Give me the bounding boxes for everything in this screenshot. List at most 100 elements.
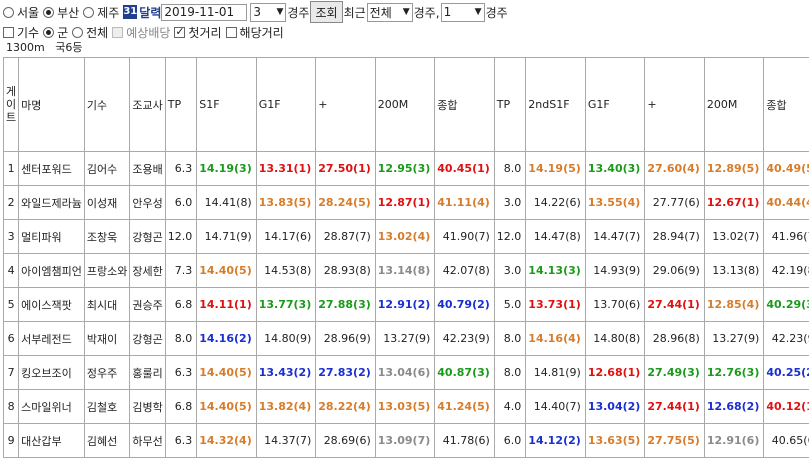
track-radio-busan[interactable] [43, 7, 54, 18]
table-cell: 3.0 [494, 254, 526, 288]
table-cell: 8.0 [165, 322, 197, 356]
date-input[interactable]: 2019-11-01 [161, 4, 247, 21]
table-cell: 40.79(2) [435, 288, 495, 322]
table-cell: 12.76(3) [704, 356, 764, 390]
race-info: 1300m 국6등 [0, 41, 809, 55]
race-number-value: 3 [253, 5, 261, 19]
table-cell: 3 [4, 220, 19, 254]
jockey-checkbox[interactable] [3, 27, 14, 38]
table-cell: 6.8 [165, 288, 197, 322]
column-header: S1F [197, 58, 257, 152]
table-cell: 박재이 [84, 322, 129, 356]
table-cell: 41.11(4) [435, 186, 495, 220]
table-cell: 12.67(1) [704, 186, 764, 220]
table-cell: 14.12(2) [526, 424, 586, 458]
table-header-row: 게이트마명기수조교사TPS1FG1F+200M종합TP2ndS1FG1F+200… [4, 58, 809, 152]
table-cell: 13.63(5) [585, 424, 645, 458]
table-cell: 9 [4, 424, 19, 458]
table-cell: 14.22(6) [526, 186, 586, 220]
column-header: 게이트 [4, 58, 19, 152]
table-cell: 조용배 [130, 152, 165, 186]
table-cell: 27.83(2) [316, 356, 376, 390]
race-number-select[interactable]: 3▼ [250, 3, 286, 22]
table-cell: 13.31(1) [256, 152, 316, 186]
table-cell: 14.19(3) [197, 152, 257, 186]
column-header: G1F [585, 58, 645, 152]
table-cell: 28.96(8) [645, 322, 705, 356]
count-suffix: 경주 [486, 4, 508, 21]
recent-suffix: 경주, [414, 4, 440, 21]
table-cell: 장세한 [130, 254, 165, 288]
table-cell: 7.3 [165, 254, 197, 288]
table-cell: 40.49(5) [764, 152, 809, 186]
table-cell: 14.47(7) [585, 220, 645, 254]
table-cell: 안우성 [130, 186, 165, 220]
table-cell: 14.17(6) [256, 220, 316, 254]
table-cell: 28.93(8) [316, 254, 376, 288]
count-select[interactable]: 1▼ [441, 3, 485, 22]
track-label-jeju: 제주 [97, 4, 119, 21]
column-header: 종합 [764, 58, 809, 152]
track-radio-jeju[interactable] [83, 7, 94, 18]
table-cell: 13.82(4) [256, 390, 316, 424]
table-cell: 14.13(3) [526, 254, 586, 288]
calendar-link[interactable]: 달력 [139, 4, 161, 21]
table-cell: 12.0 [165, 220, 197, 254]
table-cell: 8.0 [494, 152, 526, 186]
table-cell: 멀티파워 [19, 220, 85, 254]
table-row: 2와일드제라늄이성재안우성6.014.41(8)13.83(5)28.24(5)… [4, 186, 809, 220]
table-cell: 6.0 [494, 424, 526, 458]
table-cell: 정우주 [84, 356, 129, 390]
table-cell: 7 [4, 356, 19, 390]
table-cell: 12.68(2) [704, 390, 764, 424]
chevron-down-icon: ▼ [475, 7, 482, 17]
table-cell: 8.0 [494, 322, 526, 356]
table-cell: 27.77(6) [645, 186, 705, 220]
table-cell: 서부레전드 [19, 322, 85, 356]
table-cell: 에이스잭팟 [19, 288, 85, 322]
table-cell: 6.3 [165, 424, 197, 458]
table-cell: 28.96(9) [316, 322, 376, 356]
table-cell: 강형곤 [130, 322, 165, 356]
query-button[interactable]: 조회 [310, 1, 342, 23]
table-cell: 1 [4, 152, 19, 186]
recent-label: 최근 [344, 4, 366, 21]
table-cell: 12.91(2) [375, 288, 435, 322]
table-cell: 14.80(8) [585, 322, 645, 356]
column-header: 기수 [84, 58, 129, 152]
table-row: 5에이스잭팟최시대권승주6.814.11(1)13.77(3)27.88(3)1… [4, 288, 809, 322]
recent-select[interactable]: 전체▼ [367, 3, 413, 22]
table-cell: 김병학 [130, 390, 165, 424]
table-cell: 하무선 [130, 424, 165, 458]
group-radio-all[interactable] [72, 27, 83, 38]
table-cell: 5 [4, 288, 19, 322]
first-distance-checkbox[interactable] [174, 27, 185, 38]
table-cell: 6 [4, 322, 19, 356]
table-cell: 13.27(9) [375, 322, 435, 356]
calendar-icon[interactable]: 31 [123, 5, 137, 19]
table-body: 1센터포워드김어수조용배6.314.19(3)13.31(1)27.50(1)1… [4, 152, 809, 458]
table-cell: 29.06(9) [645, 254, 705, 288]
table-cell: 13.73(1) [526, 288, 586, 322]
column-header: 200M [375, 58, 435, 152]
group-label-gun: 군 [57, 24, 68, 41]
table-cell: 와일드제라늄 [19, 186, 85, 220]
table-cell: 13.77(3) [256, 288, 316, 322]
table-cell: 대산갑부 [19, 424, 85, 458]
table-cell: 13.55(4) [585, 186, 645, 220]
table-cell: 12.85(4) [704, 288, 764, 322]
column-header: 2ndS1F [526, 58, 586, 152]
table-cell: 스마일위너 [19, 390, 85, 424]
table-cell: 40.12(1) [764, 390, 809, 424]
filter-bar: 서울 부산 제주 31달력 2019-11-01 3▼ 경주 조회 최근 전체▼… [0, 1, 809, 23]
table-cell: 아이엠챔피언 [19, 254, 85, 288]
expected-odds-checkbox[interactable] [112, 27, 123, 38]
table-cell: 14.11(1) [197, 288, 257, 322]
table-cell: 41.24(5) [435, 390, 495, 424]
table-cell: 40.29(3) [764, 288, 809, 322]
table-cell: 41.90(7) [435, 220, 495, 254]
track-radio-seoul[interactable] [3, 7, 14, 18]
table-cell: 강형곤 [130, 220, 165, 254]
this-distance-checkbox[interactable] [226, 27, 237, 38]
group-radio-gun[interactable] [43, 27, 54, 38]
